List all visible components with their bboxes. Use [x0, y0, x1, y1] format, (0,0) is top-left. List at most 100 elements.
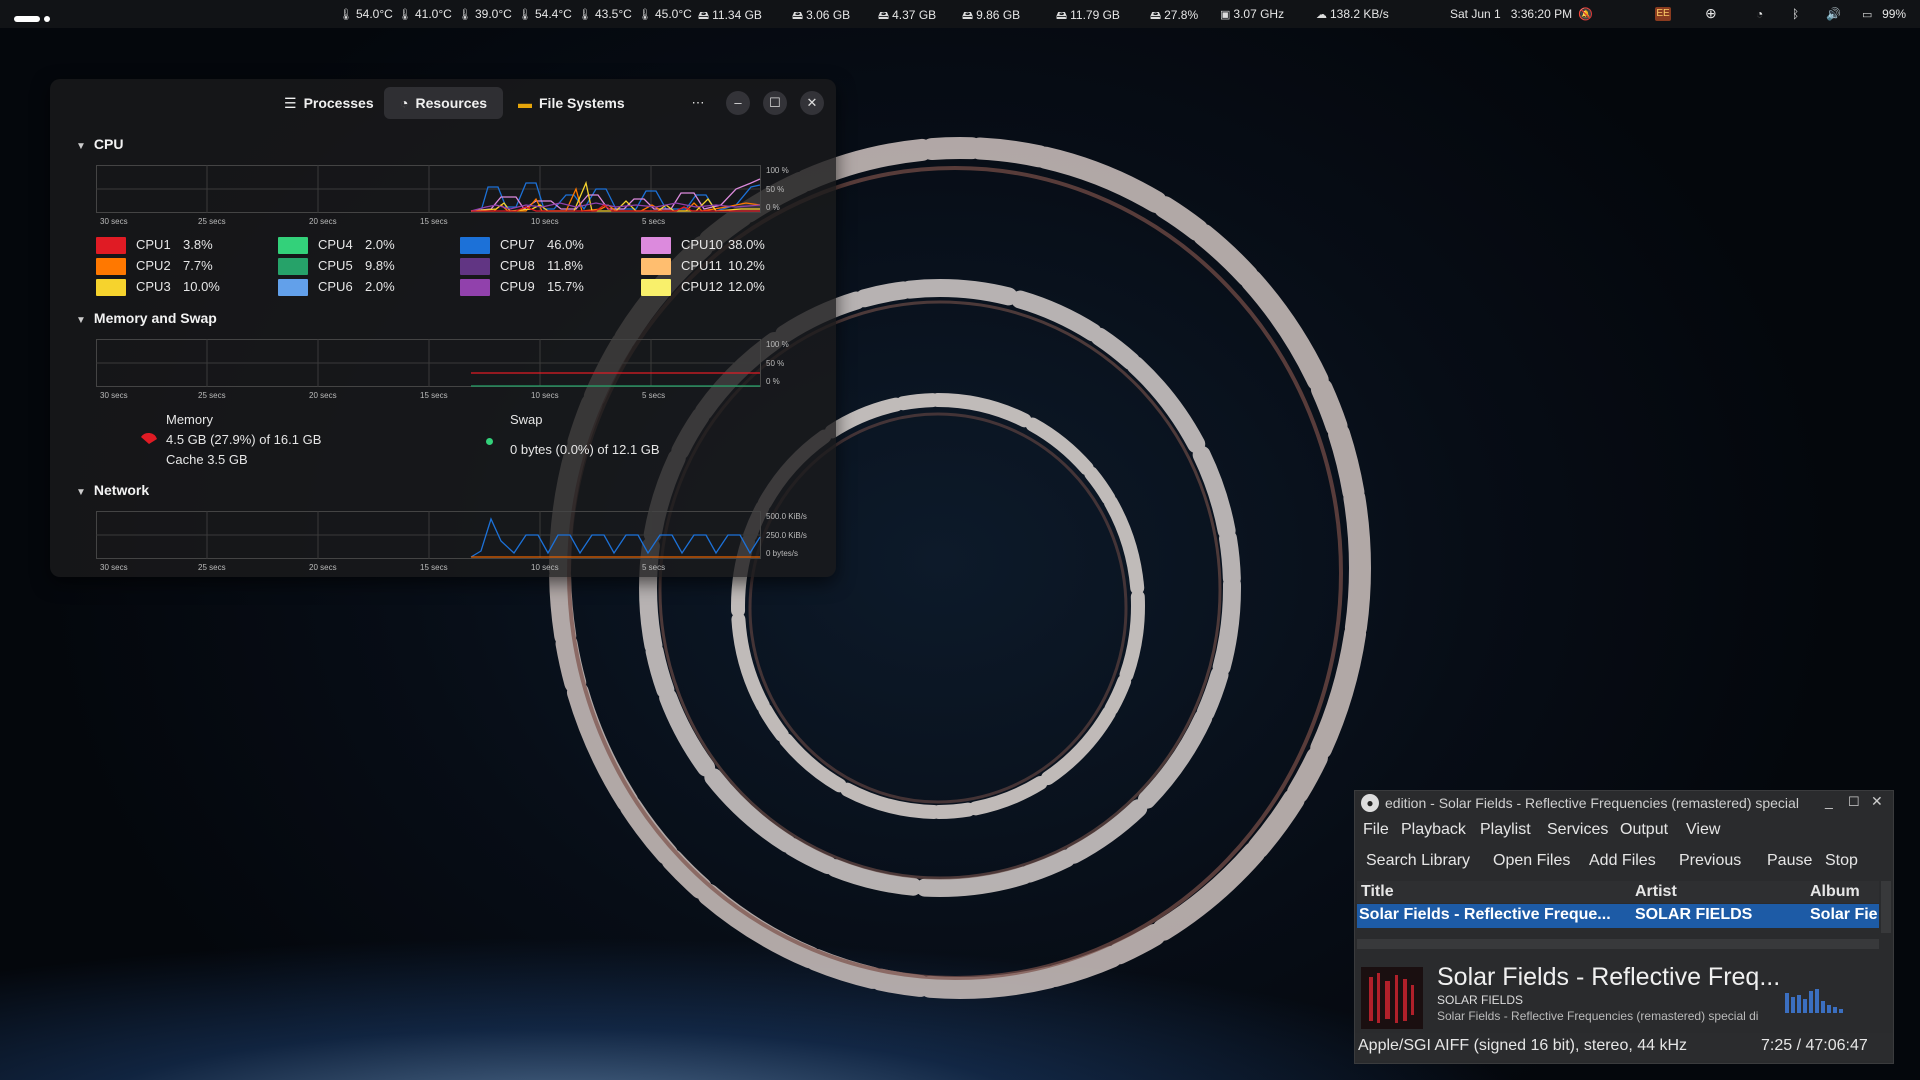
drive-icon: 🖴: [1056, 10, 1068, 22]
cpu-frequency[interactable]: ▣ 3.07 GHz: [1220, 7, 1284, 21]
temp-sensor-2[interactable]: 🌡 41.0°C: [398, 7, 452, 21]
cpu-legend-item[interactable]: CPU2 7.7%: [96, 257, 213, 276]
tab-processes[interactable]: ☰ Processes: [268, 87, 390, 119]
playlist-vertical-scrollbar[interactable]: [1881, 881, 1891, 933]
color-swatch[interactable]: [278, 237, 308, 255]
headerbar: ☰ Processes ◔ Resources ▬ File Systems ⋯ – …: [50, 79, 836, 125]
tab-file-systems[interactable]: ▬ File Systems: [502, 87, 641, 119]
cpu-icon: 🖴: [1150, 10, 1162, 22]
network-section-header[interactable]: ▼ Network: [76, 482, 149, 498]
cpu-name: CPU10: [681, 237, 723, 252]
cpu-legend-item[interactable]: CPU11 10.2%: [641, 257, 765, 276]
disk-usage-2[interactable]: 🖴 3.06 GB: [792, 7, 850, 26]
menu-services[interactable]: Services: [1547, 821, 1608, 839]
network-speed[interactable]: ☁ 138.2 KB/s: [1316, 7, 1389, 21]
player-titlebar[interactable]: ● edition - Solar Fields - Reflective Fr…: [1355, 791, 1893, 817]
clock[interactable]: Sat Jun 1 3:36:20 PM: [1450, 7, 1572, 21]
cpu-usage[interactable]: 🖴 27.8%: [1150, 7, 1198, 26]
column-title[interactable]: Title: [1361, 883, 1394, 901]
volume-icon[interactable]: 🔊: [1826, 7, 1841, 21]
drive-icon: 🖴: [962, 10, 974, 22]
temp-sensor-5[interactable]: 🌡 43.5°C: [578, 7, 632, 21]
menu-output[interactable]: Output: [1620, 821, 1668, 839]
cpu-value: 10.0%: [183, 279, 220, 294]
minimize-button[interactable]: _: [1825, 793, 1833, 809]
pause-button[interactable]: Pause: [1767, 852, 1812, 870]
wifi-icon[interactable]: ◔: [1756, 7, 1763, 21]
menu-playlist[interactable]: Playlist: [1480, 821, 1531, 839]
color-swatch[interactable]: [278, 279, 308, 297]
swap-indicator-dot[interactable]: [486, 438, 493, 445]
color-swatch[interactable]: [96, 258, 126, 276]
thermometer-icon: 🌡: [398, 9, 412, 21]
maximize-button[interactable]: ☐: [1848, 794, 1860, 810]
color-swatch[interactable]: [641, 258, 671, 276]
temp-sensor-3[interactable]: 🌡 39.0°C: [458, 7, 512, 21]
cloud-upload-icon: ☁: [1316, 9, 1327, 21]
disk-usage-5[interactable]: 🖴 11.79 GB: [1056, 7, 1120, 26]
search-library-button[interactable]: Search Library: [1366, 852, 1470, 870]
activities-button[interactable]: [14, 11, 54, 25]
disk-usage-4[interactable]: 🖴 9.86 GB: [962, 7, 1020, 26]
add-files-button[interactable]: Add Files: [1589, 852, 1656, 870]
color-swatch[interactable]: [460, 279, 490, 297]
notifications-off-icon[interactable]: 🔕: [1578, 7, 1593, 21]
cpu-legend-item[interactable]: CPU3 10.0%: [96, 278, 220, 297]
drive-icon: 🖴: [698, 10, 710, 22]
cpu-legend-item[interactable]: CPU6 2.0%: [278, 278, 395, 297]
color-swatch[interactable]: [278, 258, 308, 276]
cpu-legend-item[interactable]: CPU8 11.8%: [460, 257, 583, 276]
chip-icon: ▣: [1220, 9, 1231, 21]
spectrum-visualizer[interactable]: [1785, 979, 1851, 1013]
status-icon[interactable]: ⊕: [1705, 5, 1717, 22]
cpu-section-header[interactable]: ▼ CPU: [76, 136, 123, 152]
tab-resources[interactable]: ◔ Resources: [384, 87, 504, 119]
previous-button[interactable]: Previous: [1679, 852, 1741, 870]
temp-sensor-4[interactable]: 🌡 54.4°C: [518, 7, 572, 21]
menu-view[interactable]: View: [1686, 821, 1720, 839]
playlist-horizontal-scrollbar[interactable]: [1357, 939, 1879, 949]
memory-section-header[interactable]: ▼ Memory and Swap: [76, 310, 217, 326]
menu-button[interactable]: ⋯: [686, 91, 710, 115]
playback-position: 7:25 / 47:06:47: [1761, 1037, 1868, 1054]
close-button[interactable]: ✕: [1871, 793, 1883, 810]
disk-usage-1[interactable]: 🖴 11.34 GB: [698, 7, 762, 26]
menu-playback[interactable]: Playback: [1401, 821, 1466, 839]
column-artist[interactable]: Artist: [1635, 883, 1677, 901]
color-swatch[interactable]: [641, 279, 671, 297]
color-swatch[interactable]: [96, 237, 126, 255]
bluetooth-icon[interactable]: ᛒ: [1792, 7, 1799, 21]
temp-sensor-1[interactable]: 🌡 54.0°C: [339, 7, 393, 21]
cpu-legend-item[interactable]: CPU5 9.8%: [278, 257, 395, 276]
color-swatch[interactable]: [460, 258, 490, 276]
table-row[interactable]: Solar Fields - Reflective Freque... SOLA…: [1357, 904, 1879, 928]
cpu-value: 38.0%: [728, 237, 765, 252]
open-files-button[interactable]: Open Files: [1493, 852, 1570, 870]
stop-button[interactable]: Stop: [1825, 852, 1858, 870]
minimize-button[interactable]: –: [726, 91, 750, 115]
cpu-name: CPU5: [318, 258, 353, 273]
cpu-legend-item[interactable]: CPU12 12.0%: [641, 278, 765, 297]
top-panel: 🌡 54.0°C 🌡 41.0°C 🌡 39.0°C 🌡 54.4°C 🌡 43.5°C …: [0, 0, 1920, 28]
album-art[interactable]: [1361, 967, 1423, 1029]
now-playing-title: Solar Fields - Reflective Freq...: [1437, 963, 1781, 991]
thermometer-icon: 🌡: [339, 9, 353, 21]
memory-pie-icon[interactable]: [139, 429, 159, 445]
cpu-legend-item[interactable]: CPU9 15.7%: [460, 278, 584, 297]
cpu-legend-item[interactable]: CPU10 38.0%: [641, 236, 765, 255]
cpu-legend-item[interactable]: CPU7 46.0%: [460, 236, 584, 255]
column-album[interactable]: Album: [1810, 883, 1860, 901]
app-indicator-icon[interactable]: EE: [1655, 7, 1671, 21]
cpu-legend-item[interactable]: CPU1 3.8%: [96, 236, 213, 255]
menu-file[interactable]: File: [1363, 821, 1389, 839]
disk-usage-3[interactable]: 🖴 4.37 GB: [878, 7, 936, 26]
close-button[interactable]: ✕: [800, 91, 824, 115]
color-swatch[interactable]: [460, 237, 490, 255]
color-swatch[interactable]: [641, 237, 671, 255]
now-playing-artist: SOLAR FIELDS: [1437, 993, 1524, 1007]
temp-sensor-6[interactable]: 🌡 45.0°C: [638, 7, 692, 21]
cpu-legend-item[interactable]: CPU4 2.0%: [278, 236, 395, 255]
battery-indicator[interactable]: ▭ 99%: [1862, 7, 1906, 21]
color-swatch[interactable]: [96, 279, 126, 297]
maximize-button[interactable]: ☐: [763, 91, 787, 115]
